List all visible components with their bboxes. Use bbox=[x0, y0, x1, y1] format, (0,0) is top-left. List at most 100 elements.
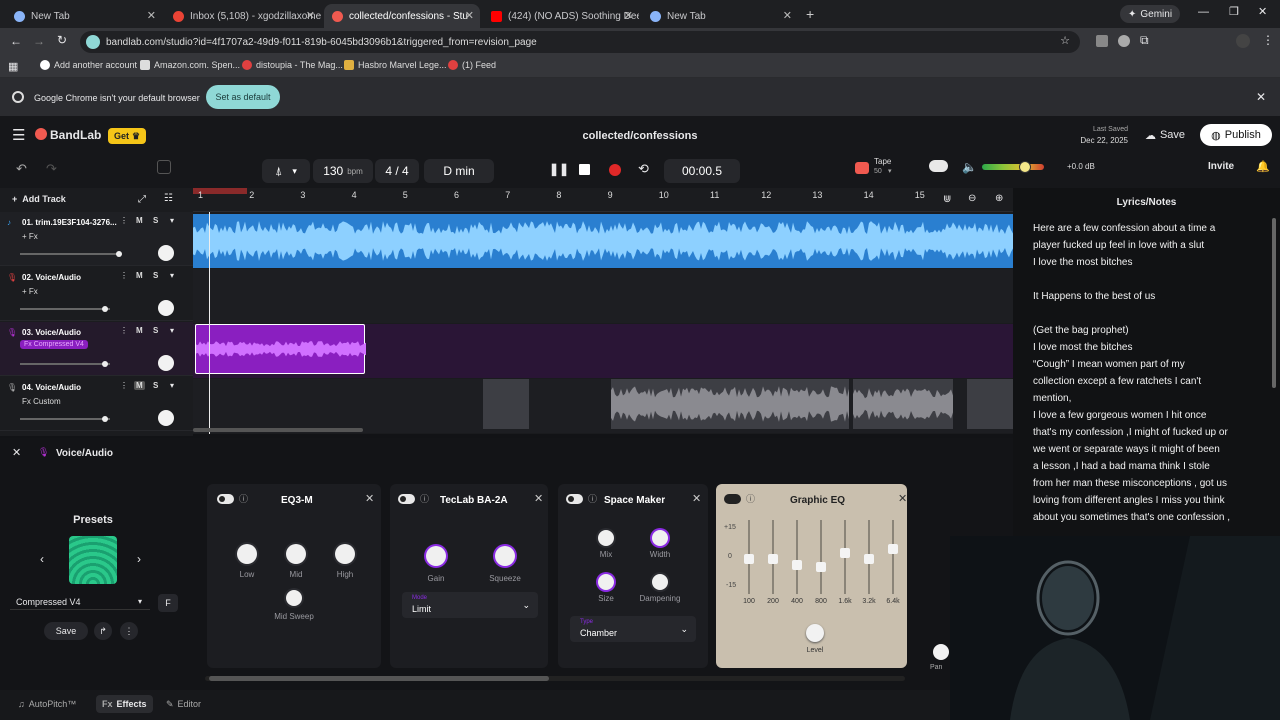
redo-icon[interactable]: ↷ bbox=[46, 161, 57, 177]
bell-icon[interactable]: 🔔 bbox=[1256, 160, 1270, 173]
mute-button[interactable]: M bbox=[136, 216, 143, 225]
more-icon[interactable]: ⋮ bbox=[120, 381, 128, 390]
slider-thumb[interactable] bbox=[102, 306, 108, 312]
chevron-down-icon[interactable]: ▾ bbox=[170, 271, 174, 280]
slider-thumb[interactable] bbox=[816, 562, 826, 572]
slider-thumb[interactable] bbox=[888, 544, 898, 554]
lyrics-scrollbar[interactable] bbox=[1272, 218, 1276, 388]
pan-knob[interactable] bbox=[158, 245, 174, 261]
back-icon[interactable]: ← bbox=[10, 34, 22, 48]
window-close-icon[interactable]: ✕ bbox=[1258, 5, 1267, 18]
publish-button[interactable]: ◍ Publish bbox=[1200, 124, 1272, 146]
key-field[interactable]: D min bbox=[424, 159, 494, 183]
info-icon[interactable]: ⓘ bbox=[746, 492, 755, 505]
apps-grid-icon[interactable]: ▦ bbox=[8, 60, 18, 73]
close-icon[interactable]: ✕ bbox=[898, 492, 907, 505]
master-volume-slider[interactable] bbox=[982, 161, 1044, 173]
mute-button[interactable]: M bbox=[136, 271, 143, 280]
bookmark-hasbro[interactable]: Hasbro Marvel Lege... bbox=[344, 60, 447, 70]
solo-button[interactable]: S bbox=[153, 381, 158, 390]
track-name[interactable]: 01. trim.19E3F104-3276... bbox=[22, 218, 117, 227]
track-fx-button[interactable]: Fx Compressed V4 bbox=[20, 340, 88, 349]
width-knob[interactable] bbox=[652, 530, 668, 546]
forward-icon[interactable]: → bbox=[33, 34, 45, 48]
pause-icon[interactable]: ❚❚ bbox=[549, 162, 569, 176]
chevron-down-icon[interactable]: ▾ bbox=[170, 381, 174, 390]
slider-thumb[interactable] bbox=[744, 554, 754, 564]
solo-button[interactable]: S bbox=[153, 271, 158, 280]
chevron-down-icon[interactable]: ▾ bbox=[170, 326, 174, 335]
tab-effects[interactable]: Fx Effects bbox=[96, 695, 153, 713]
slider-thumb[interactable] bbox=[116, 251, 122, 257]
slider-thumb[interactable] bbox=[864, 554, 874, 564]
pan-knob[interactable] bbox=[158, 355, 174, 371]
close-icon[interactable]: ✕ bbox=[692, 492, 701, 505]
gain-knob[interactable] bbox=[426, 546, 446, 566]
pan-knob[interactable] bbox=[158, 300, 174, 316]
track-name[interactable]: 03. Voice/Audio bbox=[22, 328, 81, 337]
close-icon[interactable]: ✕ bbox=[12, 446, 21, 459]
track-name[interactable]: 02. Voice/Audio bbox=[22, 273, 81, 282]
tab-new-tab-2[interactable]: New Tab ✕ bbox=[642, 4, 798, 28]
save-button[interactable]: ☁ Save bbox=[1136, 124, 1194, 146]
power-toggle[interactable] bbox=[566, 494, 583, 504]
extension-icon[interactable] bbox=[1118, 35, 1130, 47]
track-lane-01[interactable] bbox=[193, 214, 1013, 268]
track-fx-button[interactable]: + Fx bbox=[22, 232, 38, 241]
mute-button[interactable]: M bbox=[136, 326, 143, 335]
tab-new-tab-1[interactable]: New Tab ✕ bbox=[6, 4, 162, 28]
mixer-icon[interactable] bbox=[157, 160, 171, 174]
more-icon[interactable]: ⋮ bbox=[120, 622, 138, 640]
audio-clip[interactable] bbox=[967, 379, 1013, 429]
loop-icon[interactable]: ⟲ bbox=[638, 161, 649, 177]
playhead[interactable] bbox=[209, 212, 210, 434]
bandlab-logo[interactable]: BandLab bbox=[50, 128, 101, 142]
tab-bandlab[interactable]: collected/confessions - Stu ✕ bbox=[324, 4, 480, 28]
bookmark-distoupia[interactable]: distoupia - The Mag... bbox=[242, 60, 343, 70]
tab-youtube[interactable]: (424) (NO ADS) Soothing Deep ✕ bbox=[483, 4, 639, 28]
level-knob[interactable] bbox=[806, 624, 824, 642]
sliders-icon[interactable]: ☷ bbox=[164, 193, 173, 204]
info-icon[interactable]: ⓘ bbox=[420, 492, 429, 505]
bookmark-feed[interactable]: (1) Feed bbox=[448, 60, 496, 70]
track-fx-button[interactable]: + Fx bbox=[22, 287, 38, 296]
track-header-03[interactable]: 🎙 03. Voice/Audio Fx Compressed V4 ⋮ M S… bbox=[0, 322, 193, 376]
metronome-button[interactable]: ⍋ ▾ bbox=[262, 159, 310, 183]
pan-knob[interactable] bbox=[158, 410, 174, 426]
squeeze-knob[interactable] bbox=[495, 546, 515, 566]
slider-thumb[interactable] bbox=[840, 548, 850, 558]
chevron-down-icon[interactable]: ▾ bbox=[170, 216, 174, 225]
preset-artwork[interactable] bbox=[69, 536, 117, 584]
share-icon[interactable]: ↱ bbox=[94, 622, 112, 640]
track-header-01[interactable]: ♪ 01. trim.19E3F104-3276... + Fx ⋮ M S ▾ bbox=[0, 212, 193, 266]
audio-clip[interactable] bbox=[611, 379, 849, 429]
audio-clip[interactable] bbox=[483, 379, 529, 429]
info-icon[interactable]: ⓘ bbox=[239, 492, 248, 505]
set-default-button[interactable]: Set as default bbox=[206, 85, 280, 109]
stop-icon[interactable] bbox=[579, 164, 590, 175]
close-icon[interactable]: ✕ bbox=[465, 9, 474, 22]
chevron-right-icon[interactable]: › bbox=[137, 552, 141, 566]
bookmark-amazon[interactable]: Amazon.com. Spen... bbox=[140, 60, 240, 70]
power-toggle[interactable] bbox=[398, 494, 415, 504]
preset-select[interactable]: Compressed V4 ▾ bbox=[10, 594, 150, 610]
type-dropdown[interactable]: Type Chamber ⌄ bbox=[570, 616, 696, 642]
slider-thumb[interactable] bbox=[792, 560, 802, 570]
undo-icon[interactable]: ↶ bbox=[16, 161, 27, 177]
info-icon[interactable]: ⓘ bbox=[588, 492, 597, 505]
minimize-icon[interactable]: — bbox=[1198, 6, 1209, 18]
restore-icon[interactable]: ❐ bbox=[1229, 5, 1239, 18]
add-track-button[interactable]: + Add Track bbox=[12, 194, 66, 204]
record-icon[interactable] bbox=[609, 164, 621, 176]
eq-band-slider[interactable] bbox=[820, 520, 822, 594]
track-header-04[interactable]: 🎙 04. Voice/Audio Fx Custom ⋮ M S ▾ bbox=[0, 377, 193, 431]
magnet-icon[interactable]: ⋓ bbox=[943, 194, 951, 205]
zoom-out-icon[interactable]: ⊖ bbox=[968, 193, 976, 204]
site-info-icon[interactable] bbox=[86, 35, 100, 49]
close-icon[interactable]: ✕ bbox=[1256, 90, 1266, 104]
chevron-left-icon[interactable]: ‹ bbox=[40, 552, 44, 566]
speaker-icon[interactable]: 🔈 bbox=[962, 160, 977, 174]
zoom-in-icon[interactable]: ⊕ bbox=[995, 193, 1003, 204]
track-fx-button[interactable]: Fx Custom bbox=[22, 397, 61, 406]
invite-button[interactable]: Invite bbox=[1208, 161, 1234, 172]
